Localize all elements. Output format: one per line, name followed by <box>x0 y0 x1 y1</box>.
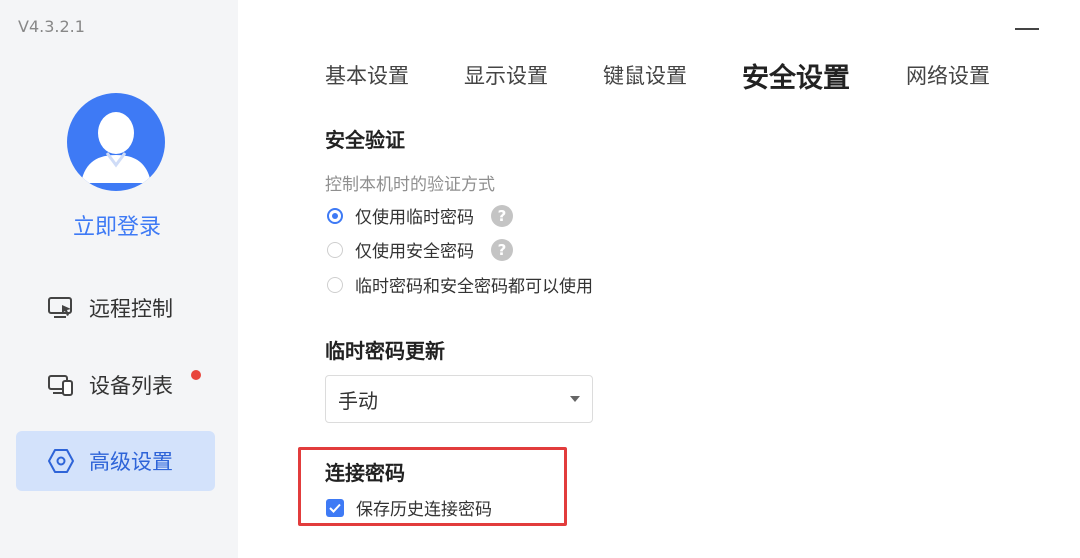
sidebar-item-device-list[interactable]: 设备列表 <box>16 355 215 415</box>
tab-network-settings[interactable]: 网络设置 <box>906 60 990 90</box>
settings-hex-icon <box>46 448 76 474</box>
tab-keyboard-mouse-settings[interactable]: 键鼠设置 <box>603 60 687 90</box>
tab-display-settings[interactable]: 显示设置 <box>464 60 548 90</box>
sidebar-item-remote-control[interactable]: 远程控制 <box>16 278 215 338</box>
sidebar-item-label: 远程控制 <box>89 297 173 321</box>
tab-security-settings[interactable]: 安全设置 <box>742 56 850 95</box>
radio-button[interactable] <box>327 276 343 293</box>
sidebar-item-advanced-settings[interactable]: 高级设置 <box>16 431 215 491</box>
radio-temp-password-only[interactable]: 仅使用临时密码 ? <box>327 203 513 228</box>
radio-label: 仅使用临时密码 <box>355 208 474 228</box>
security-section-title: 安全验证 <box>325 128 405 152</box>
tab-basic-settings[interactable]: 基本设置 <box>325 60 409 90</box>
radio-button[interactable] <box>327 207 343 224</box>
radio-label: 仅使用安全密码 <box>355 242 474 262</box>
remote-screen-icon <box>46 295 76 321</box>
checkbox-checked-icon[interactable] <box>326 498 344 517</box>
checkbox-label: 保存历史连接密码 <box>356 500 492 520</box>
sidebar-item-label: 高级设置 <box>89 450 173 474</box>
help-icon[interactable]: ? <box>491 204 513 227</box>
select-value: 手动 <box>338 388 378 413</box>
radio-label: 临时密码和安全密码都可以使用 <box>355 277 593 297</box>
app-version: V4.3.2.1 <box>18 17 85 36</box>
security-description: 控制本机时的验证方式 <box>325 175 495 195</box>
user-avatar-icon <box>81 112 151 183</box>
chevron-down-icon <box>570 396 580 402</box>
user-avatar[interactable] <box>67 93 165 191</box>
radio-button[interactable] <box>327 241 343 258</box>
temp-password-update-title: 临时密码更新 <box>325 339 445 363</box>
help-icon[interactable]: ? <box>491 238 513 261</box>
notification-badge <box>191 370 201 380</box>
login-link[interactable]: 立即登录 <box>0 209 234 241</box>
radio-both-passwords[interactable]: 临时密码和安全密码都可以使用 <box>327 272 593 297</box>
minimize-icon[interactable] <box>1015 28 1039 30</box>
radio-secure-password-only[interactable]: 仅使用安全密码 ? <box>327 237 513 262</box>
update-mode-select[interactable]: 手动 <box>325 375 593 423</box>
connection-password-title: 连接密码 <box>325 461 405 485</box>
save-history-password-checkbox[interactable]: 保存历史连接密码 <box>326 495 492 520</box>
devices-icon <box>46 372 76 398</box>
sidebar-item-label: 设备列表 <box>89 374 173 398</box>
